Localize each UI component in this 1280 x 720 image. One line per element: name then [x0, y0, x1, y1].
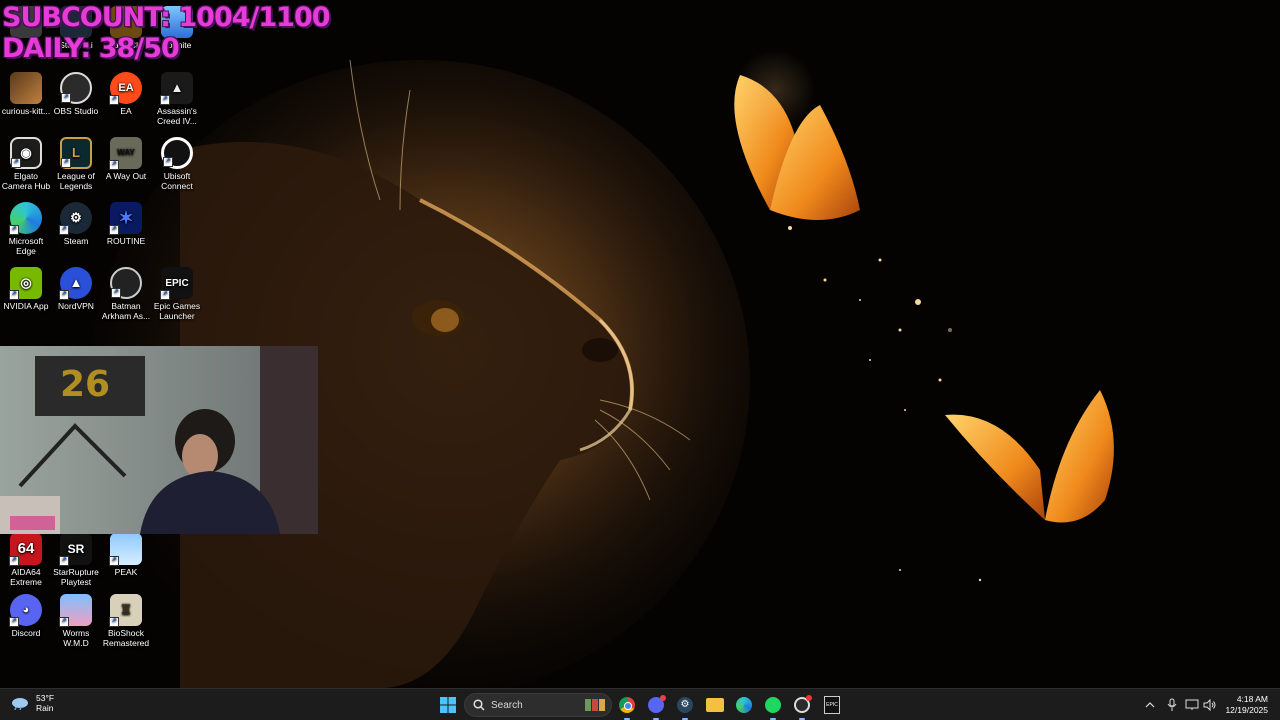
epic-games-icon: EPIC ↗: [160, 267, 193, 300]
desktop-icon-ubisoft[interactable]: ↗ Ubisoft Connect: [152, 137, 202, 191]
taskbar-epic[interactable]: EPIC: [820, 693, 844, 717]
daily-text: DAILY: 38/50: [2, 33, 180, 64]
folder-icon: [706, 698, 724, 712]
desktop-icon-epic[interactable]: EPIC ↗ Epic Games Launcher: [152, 267, 202, 321]
desktop-icon-aida64[interactable]: 64 ↗ AIDA64 Extreme: [1, 533, 51, 587]
peak-icon: ↗: [109, 533, 142, 566]
search-placeholder: Search: [491, 699, 523, 711]
desktop-icon-edge[interactable]: ↗ Microsoft Edge: [1, 202, 51, 256]
aida64-icon: 64 ↗: [9, 533, 42, 566]
desktop-icon-steam[interactable]: ⚙ ↗ Steam: [51, 202, 101, 246]
desktop-icon-league[interactable]: L ↗ League of Legends: [51, 137, 101, 191]
chevron-up-icon: [1145, 702, 1155, 708]
ea-icon: EA ↗: [109, 72, 142, 105]
search-highlight-icon: [585, 699, 605, 711]
edge-icon: [736, 697, 752, 713]
league-icon: L ↗: [60, 137, 92, 169]
nordvpn-icon: ▲ ↗: [59, 267, 92, 300]
desktop-icon-obs-studio[interactable]: ↗ OBS Studio: [51, 72, 101, 116]
edge-icon: ↗: [9, 202, 42, 235]
worms-icon: ↗: [59, 594, 92, 627]
ubisoft-icon: ↗: [161, 137, 193, 169]
tray-volume[interactable]: [1201, 693, 1219, 717]
desktop-icon-starrupture[interactable]: SR ↗ StarRupture Playtest: [51, 533, 101, 587]
tray-microphone[interactable]: [1163, 693, 1181, 717]
epic-games-icon: EPIC: [824, 696, 840, 714]
taskbar-clock[interactable]: 4:18 AM 12/19/2025: [1225, 694, 1268, 716]
desktop-icon-assassins-creed[interactable]: ▲ ↗ Assassin's Creed IV...: [152, 72, 202, 126]
desktop-icon-peak[interactable]: ↗ PEAK: [101, 533, 151, 577]
desktop-icon-batman[interactable]: ↗ Batman Arkham As...: [101, 267, 151, 321]
rain-cloud-icon: [12, 698, 28, 710]
desktop-icon-discord[interactable]: ◕ ↗ Discord: [1, 594, 51, 638]
stream-overlay: SUBCOUNT: 1004/1100 DAILY: 38/50: [2, 2, 331, 64]
desktop-icon-ea[interactable]: EA ↗ EA: [101, 72, 151, 116]
weather-widget[interactable]: 53°F Rain: [10, 693, 54, 713]
taskbar-obs[interactable]: [790, 693, 814, 720]
desktop-icon-curious-kitt[interactable]: curious-kitt...: [1, 72, 51, 116]
subcount-text: SUBCOUNT: 1004/1100: [2, 2, 331, 33]
spotify-icon: [765, 697, 781, 713]
svg-text:26: 26: [60, 364, 110, 405]
taskbar-steam[interactable]: ⚙: [673, 693, 697, 720]
taskbar-spotify[interactable]: [761, 693, 785, 720]
obs-icon: ↗: [60, 72, 92, 104]
image-file-icon: [10, 72, 42, 104]
desktop-icon-worms[interactable]: ↗ Worms W.M.D: [51, 594, 101, 648]
desktop-icon-elgato[interactable]: ◉ ↗ Elgato Camera Hub: [1, 137, 51, 191]
desktop-icon-bioshock[interactable]: ♜ ↗ BioShock Remastered: [101, 594, 151, 648]
assassins-creed-icon: ▲ ↗: [160, 72, 193, 105]
clock-date: 12/19/2025: [1225, 705, 1268, 715]
clock-time: 4:18 AM: [1236, 694, 1268, 704]
start-button[interactable]: [436, 693, 460, 717]
tray-network[interactable]: [1183, 693, 1201, 717]
network-icon: [1185, 699, 1199, 710]
discord-icon: [648, 695, 666, 713]
weather-temp: 53°F: [36, 693, 55, 703]
nvidia-icon: ◎ ↗: [9, 267, 42, 300]
chrome-icon: [619, 697, 635, 713]
discord-icon: ◕ ↗: [9, 594, 42, 627]
windows-icon: [440, 697, 456, 713]
desktop-icon-nvidia[interactable]: ◎ ↗ NVIDIA App: [1, 267, 51, 311]
steam-icon: ⚙: [677, 697, 693, 713]
microphone-icon: [1167, 698, 1177, 711]
taskbar-file-explorer[interactable]: [703, 693, 727, 717]
bioshock-icon: ♜ ↗: [109, 594, 142, 627]
weather-condition: Rain: [36, 703, 54, 713]
taskbar-search[interactable]: Search: [464, 693, 612, 717]
taskbar-edge[interactable]: [732, 693, 756, 717]
steam-icon: ⚙ ↗: [59, 202, 92, 235]
taskbar-discord[interactable]: [644, 693, 668, 720]
routine-icon: ✶ ↗: [109, 202, 142, 235]
desktop-icon-a-way-out[interactable]: WAY ↗ A Way Out: [101, 137, 151, 181]
desktop-icon-routine[interactable]: ✶ ↗ ROUTINE: [101, 202, 151, 246]
search-icon: [473, 699, 485, 711]
camera-icon: ◉ ↗: [10, 137, 42, 169]
desktop-icon-nordvpn[interactable]: ▲ ↗ NordVPN: [51, 267, 101, 311]
starrupture-icon: SR ↗: [59, 533, 92, 566]
batman-icon: ↗: [110, 267, 142, 299]
a-way-out-icon: WAY ↗: [109, 137, 142, 170]
speaker-icon: [1203, 699, 1216, 711]
webcam-feed: 26: [0, 346, 318, 534]
taskbar: 53°F Rain Search ⚙ EPIC 4:18 AM 12/19/20…: [0, 688, 1280, 720]
obs-icon: [794, 695, 812, 713]
show-hidden-icons[interactable]: [1141, 693, 1159, 717]
taskbar-chrome[interactable]: [615, 693, 639, 720]
